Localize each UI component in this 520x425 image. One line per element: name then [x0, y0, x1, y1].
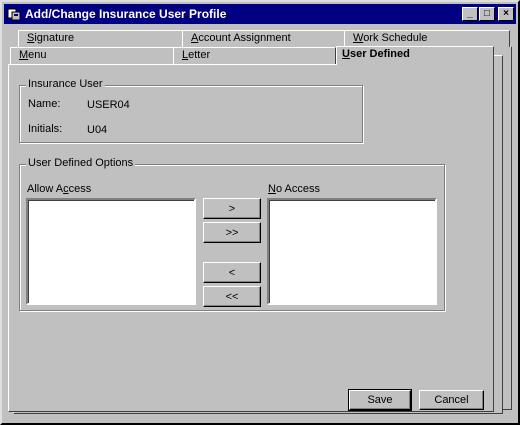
name-value: USER04	[87, 99, 130, 111]
close-icon: ×	[503, 8, 509, 19]
no-access-label: No Access	[268, 183, 320, 195]
tab-menu[interactable]: Menu	[10, 47, 175, 64]
tab-signature[interactable]: Signature	[18, 30, 184, 47]
window-title: Add/Change Insurance User Profile	[25, 7, 227, 21]
save-button[interactable]: Save	[348, 389, 412, 411]
tab-work-schedule[interactable]: Work Schedule	[344, 30, 510, 47]
insurance-user-group: Insurance User Name: USER04 Initials: U0…	[19, 78, 363, 143]
title-bar[interactable]: Add/Change Insurance User Profile _ □ ×	[4, 4, 516, 24]
no-access-listbox[interactable]	[267, 198, 437, 305]
allow-access-label: Allow Access	[27, 183, 92, 195]
user-defined-options-legend: User Defined Options	[26, 157, 136, 169]
name-label: Name:	[28, 98, 61, 110]
tab-letter[interactable]: Letter	[173, 47, 336, 64]
move-all-right-button[interactable]: >>	[203, 222, 261, 243]
minimize-button[interactable]: _	[462, 7, 478, 21]
cancel-button[interactable]: Cancel	[419, 390, 484, 410]
move-one-right-button[interactable]: >	[203, 198, 261, 219]
move-one-left-button[interactable]: <	[203, 262, 261, 283]
maximize-button[interactable]: □	[479, 7, 495, 21]
maximize-icon: □	[483, 8, 491, 19]
insurance-user-legend: Insurance User	[26, 78, 105, 90]
tab-account-assignment[interactable]: Account Assignment	[182, 30, 346, 47]
initials-value: U04	[87, 124, 108, 136]
allow-access-listbox[interactable]	[26, 198, 196, 305]
app-icon	[7, 8, 21, 21]
tab-user-defined[interactable]: User Defined	[336, 46, 494, 65]
minimize-icon: _	[467, 8, 473, 19]
initials-label: Initials:	[28, 123, 63, 135]
move-all-left-button[interactable]: <<	[203, 286, 261, 307]
close-button[interactable]: ×	[498, 7, 514, 21]
user-defined-page: Insurance User Name: USER04 Initials: U0…	[8, 64, 494, 412]
